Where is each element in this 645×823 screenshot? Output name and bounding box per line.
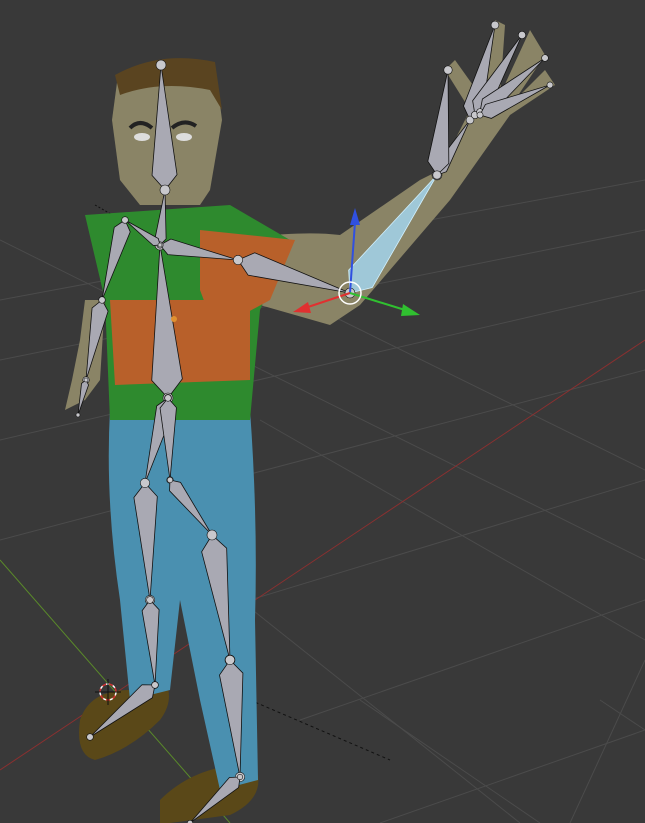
bone-joint[interactable] — [546, 81, 554, 89]
3d-viewport[interactable] — [0, 0, 645, 823]
left-eye — [134, 133, 150, 141]
bone-joint[interactable] — [490, 20, 500, 30]
bone-joint[interactable] — [151, 681, 159, 689]
bone-joint[interactable] — [75, 412, 81, 418]
bone-joint[interactable] — [233, 255, 243, 265]
object-origin — [171, 316, 177, 322]
bone-joint[interactable] — [166, 476, 174, 484]
bone-joint[interactable] — [236, 773, 244, 781]
grid-line — [239, 599, 521, 823]
bone-joint[interactable] — [206, 529, 218, 541]
bone-joint[interactable] — [140, 478, 150, 488]
bone-joint[interactable] — [443, 65, 453, 75]
bone-joint[interactable] — [476, 111, 484, 119]
grid-line — [379, 729, 645, 823]
gizmo-z-arrow-icon[interactable] — [350, 208, 360, 225]
bone-joint[interactable] — [146, 596, 154, 604]
bone-joint[interactable] — [432, 170, 442, 180]
bone-joint[interactable] — [541, 54, 549, 62]
bone-joint[interactable] — [157, 242, 163, 248]
bone-joint[interactable] — [164, 394, 172, 402]
grid-line — [359, 699, 541, 823]
grid-line — [299, 599, 645, 721]
bone-finger-1[interactable] — [427, 69, 450, 176]
grid-line — [569, 659, 645, 823]
gizmo-y-arrow-icon[interactable] — [401, 304, 420, 316]
right-eye — [176, 133, 192, 141]
grid-line — [0, 369, 645, 541]
bone-joint[interactable] — [517, 30, 527, 40]
bone-joint[interactable] — [159, 184, 171, 196]
bone-joint[interactable] — [83, 377, 89, 383]
bone-joint[interactable] — [121, 216, 129, 224]
bone-joint[interactable] — [155, 59, 167, 71]
bone-joint[interactable] — [98, 296, 106, 304]
bone-joint[interactable] — [225, 655, 235, 665]
grid-line — [299, 299, 645, 471]
grid-line — [259, 419, 645, 641]
scene — [0, 20, 645, 823]
bone-joint[interactable] — [86, 733, 94, 741]
grid-line — [599, 699, 645, 731]
grid-line — [249, 479, 645, 601]
parent-relation-line — [249, 699, 391, 761]
